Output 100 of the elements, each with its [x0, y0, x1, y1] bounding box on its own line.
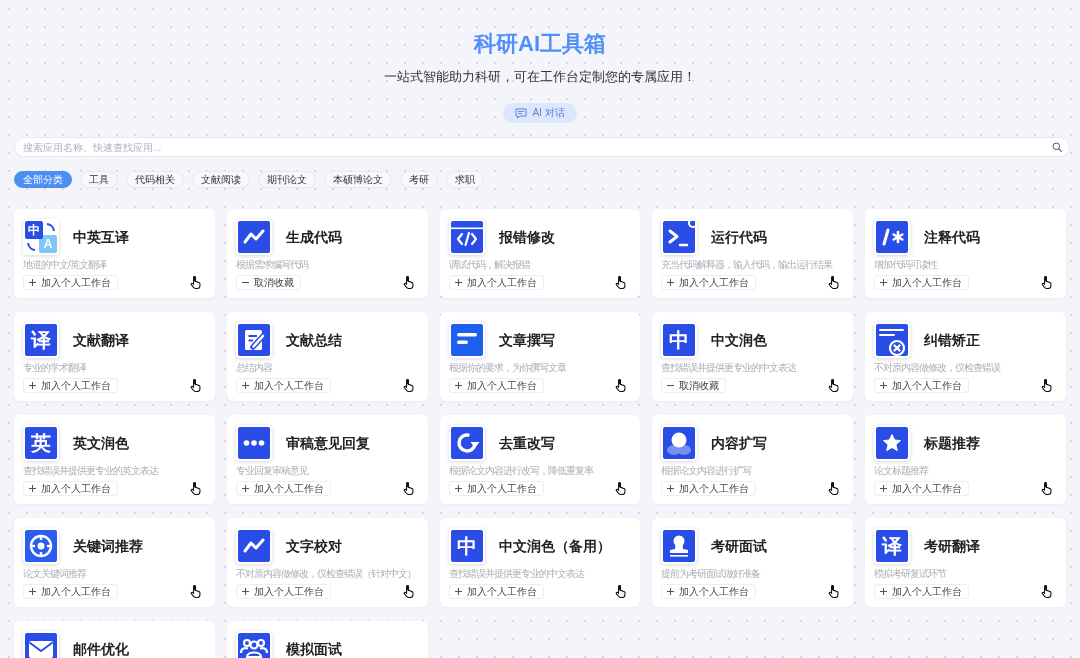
app-card[interactable]: 文章撰写 根据你的要求，为你撰写文章 加入个人工作台 [439, 312, 641, 401]
app-card[interactable]: 内容扩写 根据论文内容进行扩写 加入个人工作台 [652, 415, 854, 504]
app-description: 模拟考研复试环节 [874, 568, 948, 580]
add-to-workspace-button[interactable]: 加入个人工作台 [235, 481, 331, 496]
category-tab[interactable]: 求职 [446, 171, 484, 188]
app-title: 纠错矫正 [924, 332, 981, 348]
app-card[interactable]: 中 中文润色 查找错误并提供更专业的中文表达 取消收藏 [652, 312, 854, 401]
hand-pointer-icon[interactable] [615, 379, 627, 392]
category-tab[interactable]: 期刊论文 [258, 171, 316, 188]
app-card[interactable]: 生成代码 根据需求编写代码 取消收藏 [226, 209, 428, 298]
app-title: 关键词推荐 [73, 538, 143, 554]
app-card[interactable]: 译 文献翻译 专业的学术翻译 加入个人工作台 [14, 312, 215, 401]
add-to-workspace-button[interactable]: 加入个人工作台 [23, 275, 118, 290]
hand-pointer-icon[interactable] [615, 276, 627, 289]
app-card[interactable]: 运行代码 充当代码解释器，输入代码，输出运行结果 加入个人工作台 [652, 209, 854, 298]
app-title: 运行代码 [711, 229, 768, 245]
crosshair-icon [23, 528, 59, 564]
unfavorite-button[interactable]: 取消收藏 [235, 275, 301, 290]
hand-pointer-icon[interactable] [828, 585, 840, 598]
add-to-workspace-button[interactable]: 加入个人工作台 [448, 378, 544, 393]
add-to-workspace-button[interactable]: 加入个人工作台 [874, 275, 970, 290]
hand-pointer-icon[interactable] [402, 482, 414, 495]
unfavorite-button[interactable]: 取消收藏 [661, 378, 727, 393]
app-description: 总结内容 [235, 362, 273, 374]
category-tab[interactable]: 考研 [400, 171, 438, 188]
category-tab[interactable]: 代码相关 [126, 171, 184, 188]
app-title: 考研面试 [711, 538, 768, 554]
app-card[interactable]: 英 英文润色 查找错误并提供更专业的英文表达 加入个人工作台 [14, 415, 215, 504]
document-edit-icon [235, 322, 272, 358]
add-to-workspace-button[interactable]: 加入个人工作台 [661, 275, 757, 290]
category-tab[interactable]: 文献阅读 [192, 171, 250, 188]
hand-pointer-icon[interactable] [189, 585, 201, 598]
app-card[interactable]: 纠错矫正 不对原内容做修改，仅检查错误 加入个人工作台 [865, 312, 1066, 401]
add-to-workspace-button[interactable]: 加入个人工作台 [661, 481, 757, 496]
app-card[interactable]: 中 中文润色（备用） 查找错误并提供更专业的中文表达 加入个人工作台 [439, 518, 641, 607]
category-tab[interactable]: 本硕博论文 [324, 171, 392, 188]
hand-pointer-icon[interactable] [402, 379, 414, 392]
hand-pointer-icon[interactable] [828, 482, 840, 495]
app-title: 文献翻译 [73, 332, 129, 348]
app-description: 根据你的要求，为你撰写文章 [448, 362, 568, 374]
app-description: 根据需求编写代码 [235, 259, 310, 271]
app-title: 生成代码 [285, 229, 342, 245]
add-to-workspace-button[interactable]: 加入个人工作台 [874, 378, 970, 393]
add-to-workspace-button[interactable]: 加入个人工作台 [23, 584, 118, 599]
app-title: 报错修改 [498, 229, 555, 245]
add-to-workspace-button[interactable]: 加入个人工作台 [23, 481, 118, 496]
app-card[interactable]: 标题推荐 论文标题推荐 加入个人工作台 [865, 415, 1066, 504]
hand-pointer-icon[interactable] [615, 482, 627, 495]
app-description: 论文关键词推荐 [23, 568, 88, 580]
app-card[interactable]: 邮件优化 [14, 621, 215, 658]
hand-pointer-icon[interactable] [402, 276, 414, 289]
app-card[interactable]: 译 考研翻译 模拟考研复试环节 加入个人工作台 [865, 518, 1066, 607]
hand-pointer-icon[interactable] [828, 276, 840, 289]
app-card[interactable]: 报错修改 调试代码，解决报错 加入个人工作台 [439, 209, 641, 298]
app-title: 模拟面试 [285, 641, 342, 657]
hand-pointer-icon[interactable] [1041, 585, 1052, 598]
app-title: 英文润色 [73, 435, 129, 451]
app-card[interactable]: 注释代码 增加代码可读性 加入个人工作台 [865, 209, 1066, 298]
app-card[interactable]: 文献总结 总结内容 加入个人工作台 [226, 312, 428, 401]
text-lines-icon [448, 322, 485, 358]
app-description: 专业回复审稿意见 [235, 465, 310, 477]
app-card[interactable]: 审稿意见回复 专业回复审稿意见 加入个人工作台 [226, 415, 428, 504]
app-card[interactable]: 考研面试 提前为考研面试做好准备 加入个人工作台 [652, 518, 854, 607]
add-to-workspace-button[interactable]: 加入个人工作台 [448, 275, 544, 290]
app-description: 查找错误并提供更专业的中文表达 [661, 362, 798, 374]
app-title: 中英互译 [73, 229, 129, 245]
page-title: 科研AI工具箱 [474, 30, 606, 58]
app-description: 根据论文内容进行改写，降低重复率 [448, 465, 595, 477]
app-description: 查找错误并提供更专业的中文表达 [448, 568, 586, 580]
add-to-workspace-button[interactable]: 加入个人工作台 [235, 378, 331, 393]
category-tab[interactable]: 工具 [80, 171, 118, 188]
hand-pointer-icon[interactable] [1041, 482, 1052, 495]
app-card[interactable]: 去重改写 根据论文内容进行改写，降低重复率 加入个人工作台 [439, 415, 641, 504]
add-to-workspace-button[interactable]: 加入个人工作台 [661, 584, 757, 599]
hand-pointer-icon[interactable] [1041, 379, 1052, 392]
app-card[interactable]: 关键词推荐 论文关键词推荐 加入个人工作台 [14, 518, 215, 607]
app-card[interactable]: 中 A 中英互译 地道的中文/英文翻译 加入个人工作台 [14, 209, 215, 298]
app-description: 论文标题推荐 [874, 465, 930, 477]
add-to-workspace-button[interactable]: 加入个人工作台 [23, 378, 118, 393]
add-to-workspace-button[interactable]: 加入个人工作台 [448, 584, 544, 599]
app-card[interactable]: 文字校对 不对原内容做修改，仅检查错误（针对中文） 加入个人工作台 [226, 518, 428, 607]
search-icon[interactable] [1052, 142, 1062, 152]
hand-pointer-icon[interactable] [189, 379, 201, 392]
app-title: 审稿意见回复 [285, 435, 370, 451]
hand-pointer-icon[interactable] [402, 585, 414, 598]
hand-pointer-icon[interactable] [189, 482, 201, 495]
hand-pointer-icon[interactable] [615, 585, 627, 598]
trend-line-icon [235, 528, 272, 564]
search-field[interactable]: 搜索应用名称、快速查找应用... [14, 137, 1070, 157]
hand-pointer-icon[interactable] [828, 379, 840, 392]
app-description: 不对原内容做修改，仅检查错误 [874, 362, 1002, 374]
add-to-workspace-button[interactable]: 加入个人工作台 [874, 584, 970, 599]
hand-pointer-icon[interactable] [189, 276, 201, 289]
code-window-icon [448, 219, 485, 255]
add-to-workspace-button[interactable]: 加入个人工作台 [235, 584, 331, 599]
chat-icon [515, 107, 528, 119]
hand-pointer-icon[interactable] [1041, 276, 1052, 289]
add-to-workspace-button[interactable]: 加入个人工作台 [448, 481, 544, 496]
add-to-workspace-button[interactable]: 加入个人工作台 [874, 481, 970, 496]
app-card[interactable]: 模拟面试 [226, 621, 428, 658]
